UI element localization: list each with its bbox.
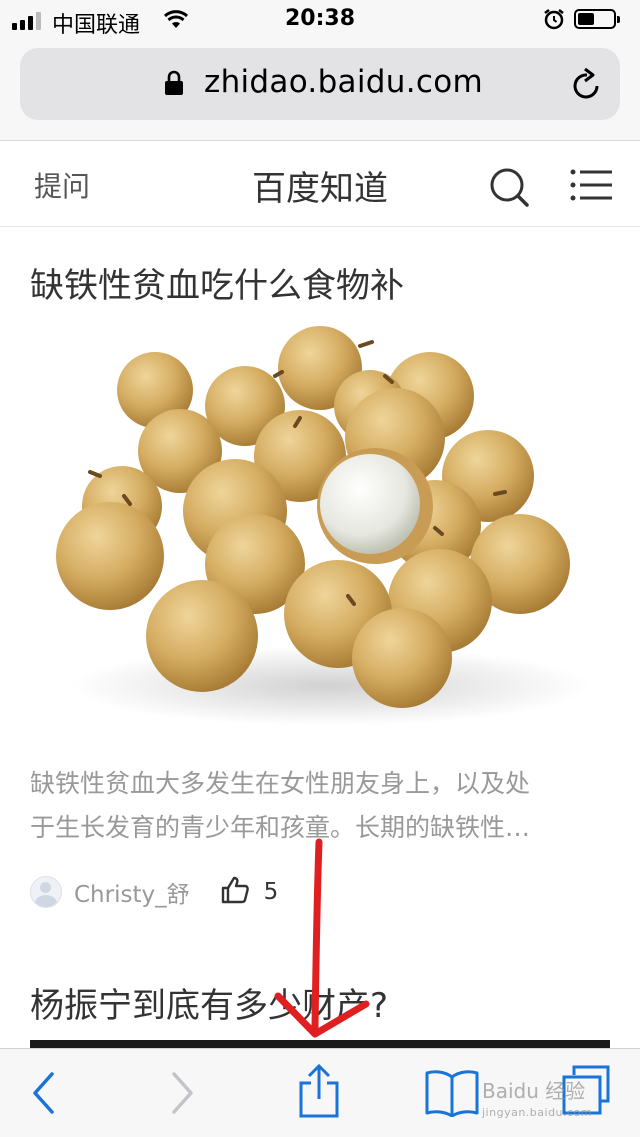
alarm-icon	[543, 8, 565, 36]
watermark-subtext: jingyan.baidu.com	[482, 1106, 593, 1119]
article-meta: Christy_舒 5	[30, 872, 278, 912]
bookmarks-icon[interactable]	[424, 1067, 480, 1121]
browser-address-area: zhidao.baidu.com	[0, 40, 640, 141]
avatar[interactable]	[30, 876, 62, 908]
baidu-jingyan-watermark: Baidu 经验 jingyan.baidu.com	[482, 1075, 592, 1119]
watermark-text: Baidu 经验	[482, 1079, 586, 1103]
back-icon[interactable]	[30, 1071, 56, 1119]
article-title[interactable]: 缺铁性贫血吃什么食物补	[30, 258, 404, 307]
menu-icon[interactable]	[570, 169, 612, 205]
lock-icon	[164, 70, 184, 100]
site-brand-title[interactable]: 百度知道	[0, 161, 640, 210]
url-text[interactable]: zhidao.baidu.com	[204, 64, 483, 100]
search-icon[interactable]	[487, 165, 531, 213]
author-name[interactable]: Christy_舒	[74, 875, 190, 909]
description-line: 缺铁性贫血大多发生在女性朋友身上，以及处	[30, 769, 531, 798]
article-image-longan-fruit[interactable]	[30, 326, 610, 732]
battery-icon	[574, 9, 620, 29]
address-bar[interactable]: zhidao.baidu.com	[20, 48, 620, 120]
share-icon[interactable]	[296, 1063, 342, 1123]
forward-icon[interactable]	[170, 1071, 196, 1119]
status-bar: 中国联通 20:38	[0, 0, 640, 40]
red-annotation-arrow	[274, 838, 370, 1038]
browser-toolbar: Baidu 经验 jingyan.baidu.com	[0, 1048, 640, 1137]
thumbs-up-icon[interactable]	[220, 875, 250, 909]
site-header: 提问 百度知道	[0, 141, 640, 227]
article-description[interactable]: 缺铁性贫血大多发生在女性朋友身上，以及处 于生长发育的青少年和孩童。长期的缺铁性…	[30, 762, 610, 850]
reload-icon[interactable]	[570, 66, 604, 106]
